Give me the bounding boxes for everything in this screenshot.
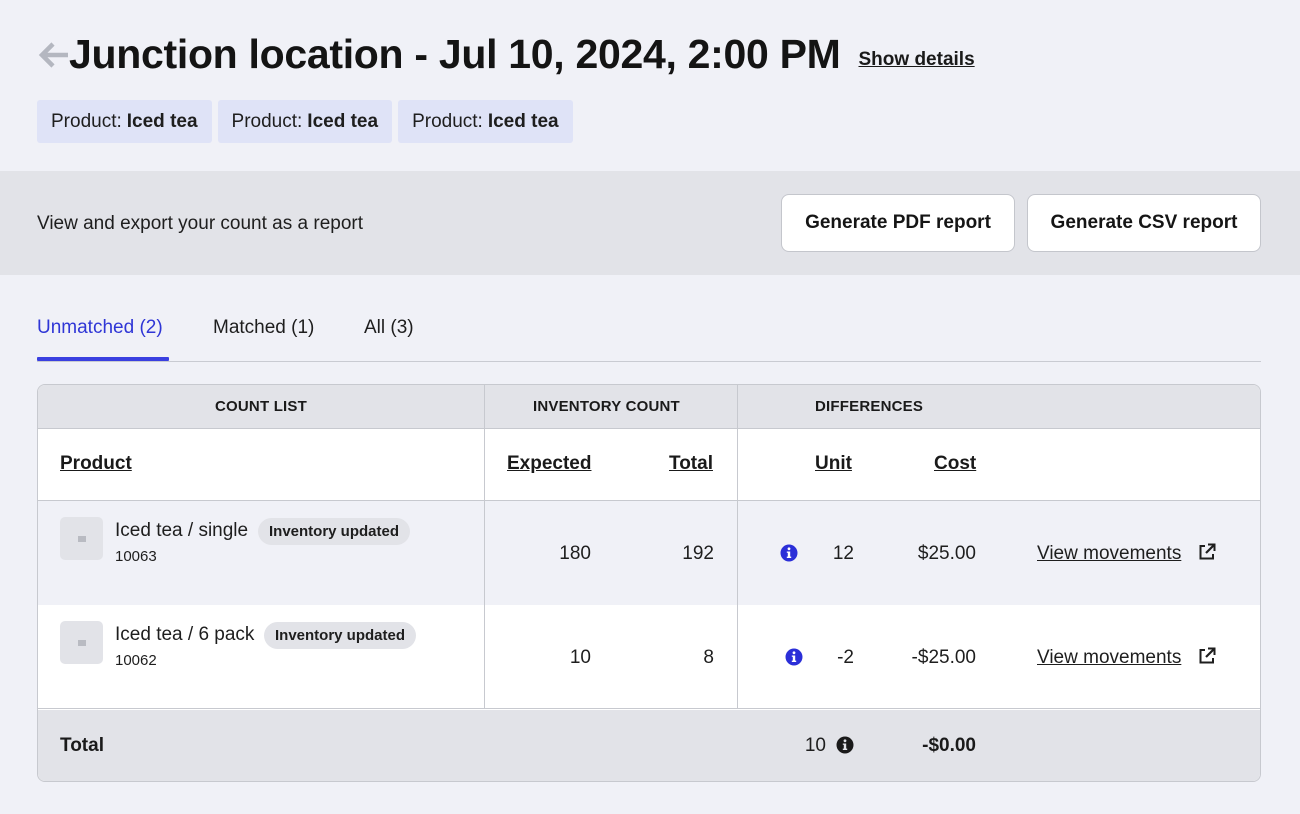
column-product[interactable]: Product bbox=[60, 453, 132, 475]
active-tab-indicator bbox=[37, 357, 169, 361]
generate-csv-button[interactable]: Generate CSV report bbox=[1027, 194, 1261, 252]
page-header: Junction location - Jul 10, 2024, 2:00 P… bbox=[37, 26, 975, 82]
column-divider bbox=[737, 385, 738, 708]
filter-chip-product[interactable]: Product: Iced tea bbox=[217, 100, 393, 143]
cost-difference: -$25.00 bbox=[911, 647, 976, 668]
filter-chip-value: Iced tea bbox=[126, 110, 198, 132]
tab-unmatched[interactable]: Unmatched (2) bbox=[37, 317, 163, 339]
expected-value: 10 bbox=[569, 647, 591, 668]
table-row: Iced tea / 6 pack Inventory updated 1006… bbox=[38, 605, 1260, 709]
filter-chip-product[interactable]: Product: Iced tea bbox=[37, 100, 212, 143]
filter-chip-label: Product: bbox=[51, 110, 122, 132]
view-movements-link[interactable]: View movements bbox=[1037, 647, 1181, 669]
report-description: View and export your count as a report bbox=[37, 213, 364, 234]
product-name: Iced tea / 6 pack bbox=[115, 624, 255, 645]
filter-chip-value: Iced tea bbox=[307, 110, 379, 132]
external-link-icon[interactable] bbox=[1197, 542, 1217, 562]
info-circle-icon[interactable] bbox=[785, 648, 803, 666]
filter-chip-label: Product: bbox=[412, 110, 483, 132]
product-sku: 10063 bbox=[115, 548, 157, 565]
cost-difference: $25.00 bbox=[917, 543, 976, 564]
column-expected[interactable]: Expected bbox=[507, 453, 591, 475]
unit-difference: -2 bbox=[837, 647, 854, 668]
info-circle-icon[interactable] bbox=[836, 736, 854, 754]
tab-bar: Unmatched (2) Matched (1) All (3) bbox=[37, 311, 1261, 362]
column-unit[interactable]: Unit bbox=[815, 453, 852, 475]
total-cost-value: -$0.00 bbox=[922, 735, 976, 756]
table-column-header: Product Expected Total Unit Cost bbox=[38, 429, 1260, 501]
group-inventory-count: INVENTORY COUNT bbox=[533, 398, 680, 415]
column-total[interactable]: Total bbox=[669, 453, 713, 475]
group-differences: DIFFERENCES bbox=[815, 398, 924, 415]
product-name: Iced tea / single bbox=[115, 520, 249, 541]
product-sku: 10062 bbox=[115, 652, 157, 669]
filter-chip-product[interactable]: Product: Iced tea bbox=[398, 100, 573, 143]
arrow-left-icon[interactable] bbox=[37, 38, 71, 72]
page-title: Junction location - Jul 10, 2024, 2:00 P… bbox=[69, 30, 841, 77]
table-total-row: Total 10 -$0.00 bbox=[38, 710, 1260, 781]
total-label: Total bbox=[60, 735, 104, 756]
table-row: Iced tea / single Inventory updated 1006… bbox=[38, 501, 1260, 605]
total-unit-value: 10 bbox=[804, 735, 826, 756]
status-badge: Inventory updated bbox=[264, 622, 417, 649]
expected-value: 180 bbox=[559, 543, 591, 564]
table-group-header: COUNT LIST INVENTORY COUNT DIFFERENCES bbox=[38, 385, 1260, 429]
group-count-list: COUNT LIST bbox=[215, 398, 307, 415]
view-movements-link[interactable]: View movements bbox=[1037, 543, 1181, 565]
status-badge: Inventory updated bbox=[258, 518, 411, 545]
total-value: 8 bbox=[703, 647, 714, 668]
column-cost[interactable]: Cost bbox=[934, 453, 976, 475]
filter-chips: Product: Iced tea Product: Iced tea Prod… bbox=[37, 100, 573, 143]
total-value: 192 bbox=[682, 543, 714, 564]
info-circle-icon[interactable] bbox=[780, 544, 798, 562]
count-table: COUNT LIST INVENTORY COUNT DIFFERENCES P… bbox=[37, 384, 1261, 782]
unit-difference: 12 bbox=[832, 543, 854, 564]
filter-chip-label: Product: bbox=[231, 110, 303, 132]
external-link-icon[interactable] bbox=[1197, 646, 1217, 666]
tab-all[interactable]: All (3) bbox=[364, 317, 414, 339]
image-placeholder-icon bbox=[60, 517, 103, 560]
tab-matched[interactable]: Matched (1) bbox=[213, 317, 314, 339]
column-divider bbox=[484, 385, 485, 708]
report-bar: View and export your count as a report G… bbox=[0, 171, 1300, 275]
image-placeholder-icon bbox=[60, 621, 103, 664]
show-details-link[interactable]: Show details bbox=[859, 49, 975, 71]
filter-chip-value: Iced tea bbox=[487, 110, 559, 132]
generate-pdf-button[interactable]: Generate PDF report bbox=[781, 194, 1015, 252]
